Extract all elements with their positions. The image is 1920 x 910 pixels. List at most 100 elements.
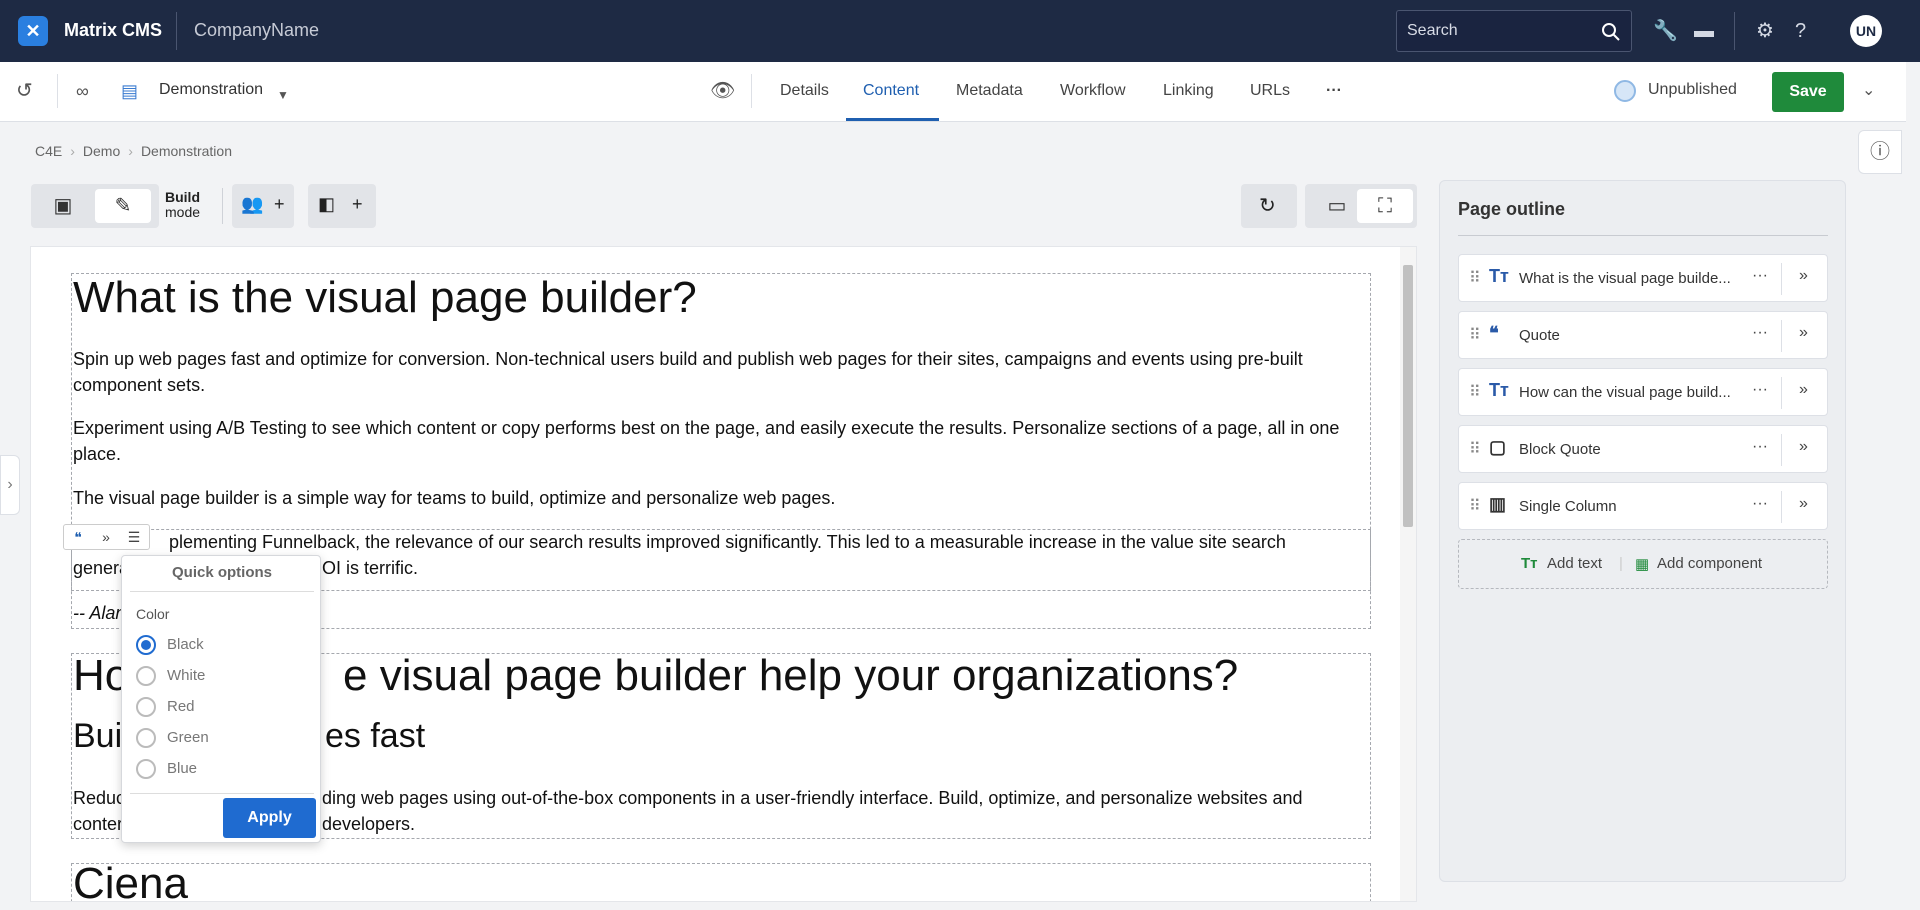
search-input[interactable]: Search <box>1396 10 1632 52</box>
more-options-icon[interactable]: ··· <box>1752 267 1768 285</box>
drag-handle-icon[interactable]: ⠿ <box>1469 439 1481 459</box>
status-badge[interactable]: Unpublished <box>1648 81 1737 99</box>
breadcrumb-item[interactable]: Demonstration <box>141 143 232 159</box>
tab-metadata[interactable]: Metadata <box>956 82 1023 100</box>
tab-workflow[interactable]: Workflow <box>1060 82 1126 100</box>
wrench-icon[interactable]: 🔧 <box>1653 19 1678 43</box>
drag-handle-icon[interactable]: ⠿ <box>1469 496 1481 516</box>
heading: What is the visual page builder? <box>73 273 697 322</box>
fullscreen-icon[interactable]: ⛶ <box>1357 189 1413 223</box>
expand-icon[interactable]: » <box>1799 495 1808 513</box>
info-icon[interactable]: ⓘ <box>1858 130 1902 174</box>
breadcrumb-item[interactable]: Demo <box>83 143 120 159</box>
preview-eye-icon[interactable]: 👁 <box>710 79 735 103</box>
radio-white[interactable] <box>136 666 156 686</box>
column-icon: ▥ <box>1489 494 1507 514</box>
divider <box>1781 434 1782 466</box>
history-icon[interactable]: ↺ <box>16 79 33 103</box>
expand-icon[interactable]: » <box>92 525 120 549</box>
radio-label[interactable]: White <box>167 667 205 684</box>
radio-label[interactable]: Red <box>167 698 195 715</box>
radio-label[interactable]: Blue <box>167 760 197 777</box>
expand-left-panel-icon[interactable]: › <box>0 455 20 515</box>
quote-icon: ❝ <box>1489 323 1499 343</box>
save-button[interactable]: Save <box>1772 72 1844 112</box>
outline-item[interactable]: ⠿ Tт What is the visual page builde... ·… <box>1458 254 1828 302</box>
card-icon[interactable]: ▬ <box>1694 19 1714 43</box>
block-quote-icon: ▢ <box>1489 437 1507 457</box>
radio-green[interactable] <box>136 728 156 748</box>
drag-handle-icon[interactable]: ⠿ <box>1469 382 1481 402</box>
breadcrumb-item[interactable]: C4E <box>35 143 62 159</box>
mode-toggle: ▣ ✎ <box>31 184 159 228</box>
status-icon <box>1614 80 1636 102</box>
radio-blue[interactable] <box>136 759 156 779</box>
tab-urls[interactable]: URLs <box>1250 82 1290 100</box>
chevron-down-icon[interactable]: ▼ <box>277 83 289 107</box>
company-name: CompanyName <box>194 20 320 40</box>
outline-item-label: How can the visual page build... <box>1519 384 1731 401</box>
search-icon[interactable] <box>1601 22 1621 42</box>
binoculars-icon[interactable]: ∞ <box>76 79 89 103</box>
search-placeholder: Search <box>1407 22 1458 39</box>
divider <box>1781 491 1782 523</box>
divider: | <box>1619 555 1623 572</box>
text-icon: Tт <box>1489 380 1509 400</box>
people-icon: 👥 <box>241 194 264 214</box>
expand-icon[interactable]: » <box>1799 381 1808 399</box>
subheading: es fast <box>325 717 426 755</box>
build-mode-icon[interactable]: ✎ <box>95 189 151 223</box>
app-name: Matrix CMS <box>64 20 163 40</box>
paragraph: Experiment using A/B Testing to see whic… <box>73 418 1340 464</box>
help-icon[interactable]: ? <box>1795 19 1806 43</box>
page-icon: ▤ <box>121 81 139 101</box>
radio-label[interactable]: Black <box>167 636 204 653</box>
tab-linking[interactable]: Linking <box>1163 82 1214 100</box>
scrollbar-thumb[interactable] <box>1403 265 1413 527</box>
options-icon[interactable]: ☰ <box>120 525 148 549</box>
outline-item[interactable]: ⠿ ❝ Quote ··· » <box>1458 311 1828 359</box>
asset-name[interactable]: Demonstration <box>159 81 263 99</box>
radio-red[interactable] <box>136 697 156 717</box>
divider <box>1781 320 1782 352</box>
preview-mode-icon[interactable]: ▣ <box>35 189 91 223</box>
expand-icon[interactable]: » <box>1799 324 1808 342</box>
drag-handle-icon[interactable]: ⠿ <box>1469 268 1481 288</box>
divider <box>222 188 223 224</box>
audience-button[interactable]: 👥 + <box>232 184 294 228</box>
divider <box>1781 263 1782 295</box>
expand-icon[interactable]: » <box>1799 267 1808 285</box>
tab-content[interactable]: Content <box>863 82 919 100</box>
more-options-icon[interactable]: ··· <box>1752 495 1768 513</box>
more-options-icon[interactable]: ··· <box>1752 324 1768 342</box>
outline-item[interactable]: ⠿ Tт How can the visual page build... ··… <box>1458 368 1828 416</box>
more-options-icon[interactable]: ··· <box>1752 381 1768 399</box>
drag-handle-icon[interactable]: ⠿ <box>1469 325 1481 345</box>
add-text-button[interactable]: Add text <box>1547 555 1602 572</box>
chevron-down-icon[interactable]: ⌄ <box>1862 79 1875 103</box>
outline-item[interactable]: ⠿ ▢ Block Quote ··· » <box>1458 425 1828 473</box>
add-area: Tт Add text | ▦ Add component <box>1458 539 1828 589</box>
apply-button[interactable]: Apply <box>223 798 316 838</box>
more-options-icon[interactable]: ··· <box>1752 438 1768 456</box>
divider <box>57 74 58 108</box>
matrix-logo-icon[interactable]: ✕ <box>18 16 48 46</box>
color-label: Color <box>136 606 170 622</box>
refresh-icon: ↻ <box>1259 195 1276 217</box>
more-tabs-button[interactable]: ··· <box>1326 82 1342 100</box>
add-component-button[interactable]: Add component <box>1657 555 1762 572</box>
variant-button[interactable]: ◧ + <box>308 184 376 228</box>
scrollbar[interactable] <box>1400 247 1416 901</box>
outline-item[interactable]: ⠿ ▥ Single Column ··· » <box>1458 482 1828 530</box>
expand-icon[interactable]: » <box>1799 438 1808 456</box>
quote-icon[interactable]: ❝ <box>64 525 92 549</box>
gear-icon[interactable]: ⚙ <box>1756 19 1774 43</box>
refresh-button[interactable]: ↻ <box>1241 184 1297 228</box>
add-text-icon: Tт <box>1521 555 1538 572</box>
tab-details[interactable]: Details <box>780 82 829 100</box>
radio-label[interactable]: Green <box>167 729 209 746</box>
avatar[interactable]: UN <box>1850 15 1882 47</box>
radio-black[interactable] <box>136 635 156 655</box>
content-block[interactable] <box>71 863 1371 901</box>
text-icon: Tт <box>1489 266 1509 286</box>
